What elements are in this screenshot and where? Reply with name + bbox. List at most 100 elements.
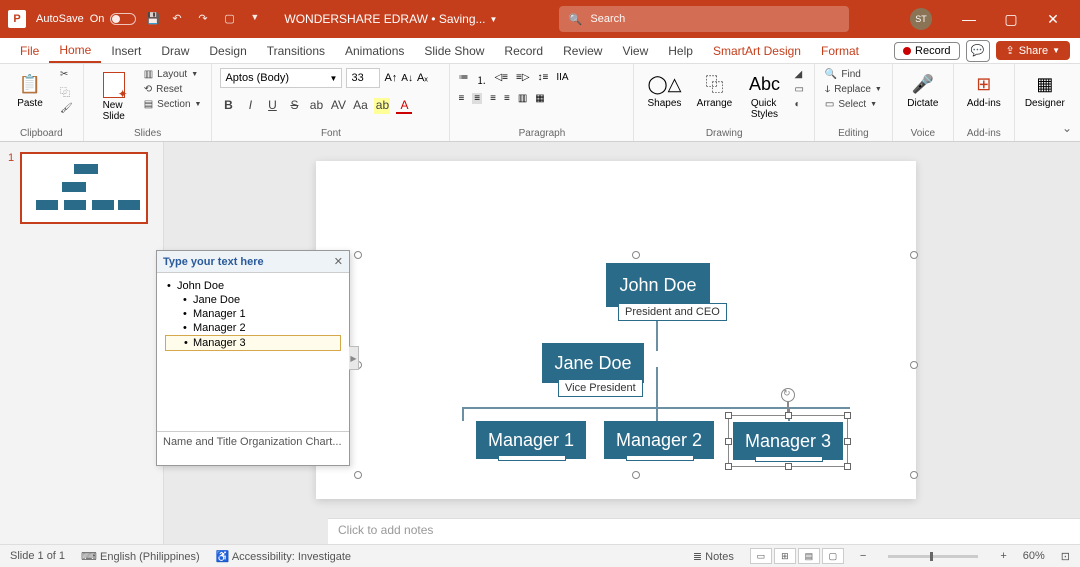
font-color-button[interactable]: A — [396, 98, 412, 114]
font-size-input[interactable]: 33 — [346, 68, 380, 88]
bold-button[interactable]: B — [220, 98, 236, 114]
smartart-text-pane[interactable]: Type your text here ✕ John Doe Jane Doe … — [156, 250, 350, 466]
arrange-button[interactable]: ⿻Arrange — [692, 68, 736, 109]
shape-fill-button[interactable]: ◢ — [792, 68, 805, 81]
text-pane-item[interactable]: John Doe — [165, 279, 341, 293]
tab-draw[interactable]: Draw — [151, 38, 199, 63]
record-button[interactable]: Record — [894, 42, 959, 60]
change-case-button[interactable]: Aa — [352, 98, 368, 114]
org-node-mgr2[interactable]: Manager 2 — [604, 421, 714, 459]
highlight-button[interactable]: ab — [374, 98, 390, 114]
reset-button[interactable]: ⟲Reset — [142, 83, 204, 96]
increase-indent-button[interactable]: ≡▷ — [516, 72, 530, 87]
tab-view[interactable]: View — [612, 38, 658, 63]
toggle-icon[interactable] — [110, 13, 136, 25]
shapes-button[interactable]: ◯△Shapes — [642, 68, 686, 109]
bullets-button[interactable]: ≔ — [458, 72, 468, 87]
accessibility-button[interactable]: ♿ Accessibility: Investigate — [216, 550, 351, 563]
copy-button[interactable]: ⿻ — [58, 83, 75, 100]
columns-button[interactable]: ▥ — [518, 93, 527, 104]
tab-file[interactable]: File — [10, 38, 49, 63]
fit-to-window-button[interactable]: ⊡ — [1061, 550, 1070, 563]
cut-button[interactable]: ✂ — [58, 68, 75, 81]
justify-button[interactable]: ≡ — [504, 93, 510, 104]
tab-transitions[interactable]: Transitions — [257, 38, 335, 63]
increase-font-icon[interactable]: A↑ — [384, 72, 397, 84]
org-node-mgr3-selection[interactable]: Manager 3 — [728, 415, 848, 467]
shadow-button[interactable]: ab — [308, 98, 324, 114]
slide-thumbnail-1[interactable] — [20, 152, 148, 224]
comments-button[interactable]: 💬 — [966, 40, 990, 62]
align-left-button[interactable]: ≡ — [458, 93, 464, 104]
smartart-convert-button[interactable]: ▦ — [535, 93, 544, 104]
minimize-button[interactable]: — — [950, 0, 988, 38]
dictate-button[interactable]: 🎤Dictate — [901, 68, 945, 109]
addins-button[interactable]: ⊞Add-ins — [962, 68, 1006, 109]
format-painter-button[interactable]: 🖌 — [58, 102, 75, 115]
notes-toggle[interactable]: ≣ Notes — [693, 550, 734, 563]
org-node-mgr1[interactable]: Manager 1 — [476, 421, 586, 459]
underline-button[interactable]: U — [264, 98, 280, 114]
sorter-view-button[interactable]: ⊞ — [774, 548, 796, 564]
slide[interactable]: John Doe President and CEO Jane Doe Vice… — [316, 161, 916, 499]
tab-design[interactable]: Design — [199, 38, 256, 63]
italic-button[interactable]: I — [242, 98, 258, 114]
search-input[interactable]: 🔍 Search — [559, 6, 849, 32]
find-button[interactable]: 🔍Find — [823, 68, 884, 81]
decrease-font-icon[interactable]: A↓ — [401, 73, 413, 84]
save-icon[interactable]: 💾 — [146, 12, 160, 26]
tab-help[interactable]: Help — [658, 38, 703, 63]
select-button[interactable]: ▭Select▼ — [823, 98, 884, 111]
strike-button[interactable]: S — [286, 98, 302, 114]
close-button[interactable]: ✕ — [1034, 0, 1072, 38]
document-title[interactable]: WONDERSHARE EDRAW • Saving... ▼ — [284, 12, 497, 26]
zoom-in-button[interactable]: + — [1000, 550, 1006, 562]
smartart-selection[interactable]: John Doe President and CEO Jane Doe Vice… — [358, 255, 914, 475]
reading-view-button[interactable]: ▤ — [798, 548, 820, 564]
close-icon[interactable]: ✕ — [334, 255, 343, 268]
org-node-mgr3[interactable]: Manager 3 — [733, 422, 843, 460]
designer-button[interactable]: ▦Designer — [1023, 68, 1067, 109]
rotate-handle-icon[interactable] — [781, 388, 795, 402]
numbering-button[interactable]: ⒈ — [476, 72, 486, 87]
tab-home[interactable]: Home — [49, 38, 101, 63]
shape-effects-button[interactable]: ◐ — [792, 98, 805, 111]
text-pane-body[interactable]: John Doe Jane Doe Manager 1 Manager 2 Ma… — [157, 273, 349, 431]
align-center-button[interactable]: ≡ — [472, 93, 482, 104]
text-pane-collapse-handle[interactable]: ▶ — [349, 346, 359, 370]
undo-icon[interactable]: ↶ — [172, 12, 186, 26]
tab-slideshow[interactable]: Slide Show — [414, 38, 494, 63]
align-right-button[interactable]: ≡ — [490, 93, 496, 104]
text-pane-item[interactable]: Manager 2 — [165, 321, 341, 335]
replace-button[interactable]: ↆReplace▼ — [823, 83, 884, 96]
zoom-out-button[interactable]: − — [860, 550, 866, 562]
chevron-down-icon[interactable]: ▼ — [250, 12, 264, 26]
font-name-input[interactable]: Aptos (Body)▼ — [220, 68, 342, 88]
chevron-down-icon[interactable]: ▼ — [490, 15, 498, 24]
decrease-indent-button[interactable]: ◁≡ — [494, 72, 508, 87]
tab-smartart-design[interactable]: SmartArt Design — [703, 38, 811, 63]
user-avatar[interactable]: ST — [910, 8, 932, 30]
quick-styles-button[interactable]: AbcQuick Styles — [742, 68, 786, 120]
text-pane-footer[interactable]: Name and Title Organization Chart... — [157, 431, 349, 452]
clear-formatting-icon[interactable]: Aₓ — [417, 72, 428, 84]
share-button[interactable]: ⇪Share▼ — [996, 41, 1071, 60]
shape-outline-button[interactable]: ▭ — [792, 83, 805, 96]
autosave-toggle[interactable]: AutoSave On — [36, 13, 136, 25]
tab-insert[interactable]: Insert — [101, 38, 151, 63]
collapse-ribbon-icon[interactable]: ⌄ — [1062, 121, 1072, 135]
tab-review[interactable]: Review — [553, 38, 612, 63]
redo-icon[interactable]: ↷ — [198, 12, 212, 26]
line-spacing-button[interactable]: ↕≡ — [538, 72, 549, 87]
org-node-ceo[interactable]: John Doe — [606, 263, 710, 307]
zoom-level[interactable]: 60% — [1023, 550, 1045, 562]
language-button[interactable]: ⌨ English (Philippines) — [81, 550, 200, 563]
char-spacing-button[interactable]: AV — [330, 98, 346, 114]
tab-record[interactable]: Record — [494, 38, 553, 63]
slideshow-icon[interactable]: ▢ — [224, 12, 238, 26]
tab-animations[interactable]: Animations — [335, 38, 414, 63]
text-pane-item[interactable]: Jane Doe — [165, 293, 341, 307]
tab-format[interactable]: Format — [811, 38, 869, 63]
layout-button[interactable]: ▥Layout▼ — [142, 68, 204, 81]
slideshow-view-button[interactable]: ▢ — [822, 548, 844, 564]
